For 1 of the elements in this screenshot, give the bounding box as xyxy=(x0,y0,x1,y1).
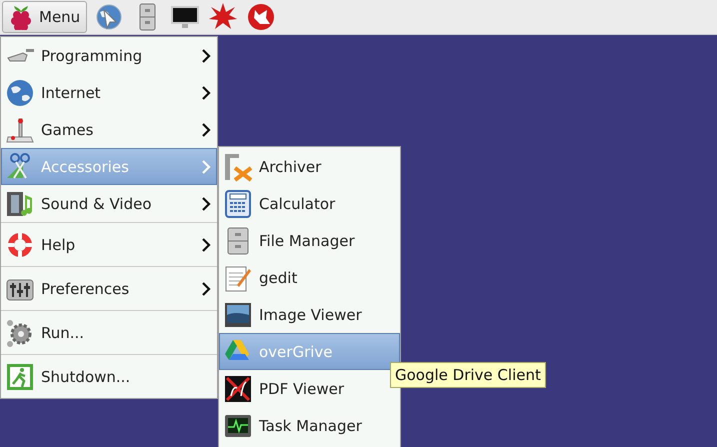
tooltip: Google Drive Client xyxy=(390,362,546,388)
